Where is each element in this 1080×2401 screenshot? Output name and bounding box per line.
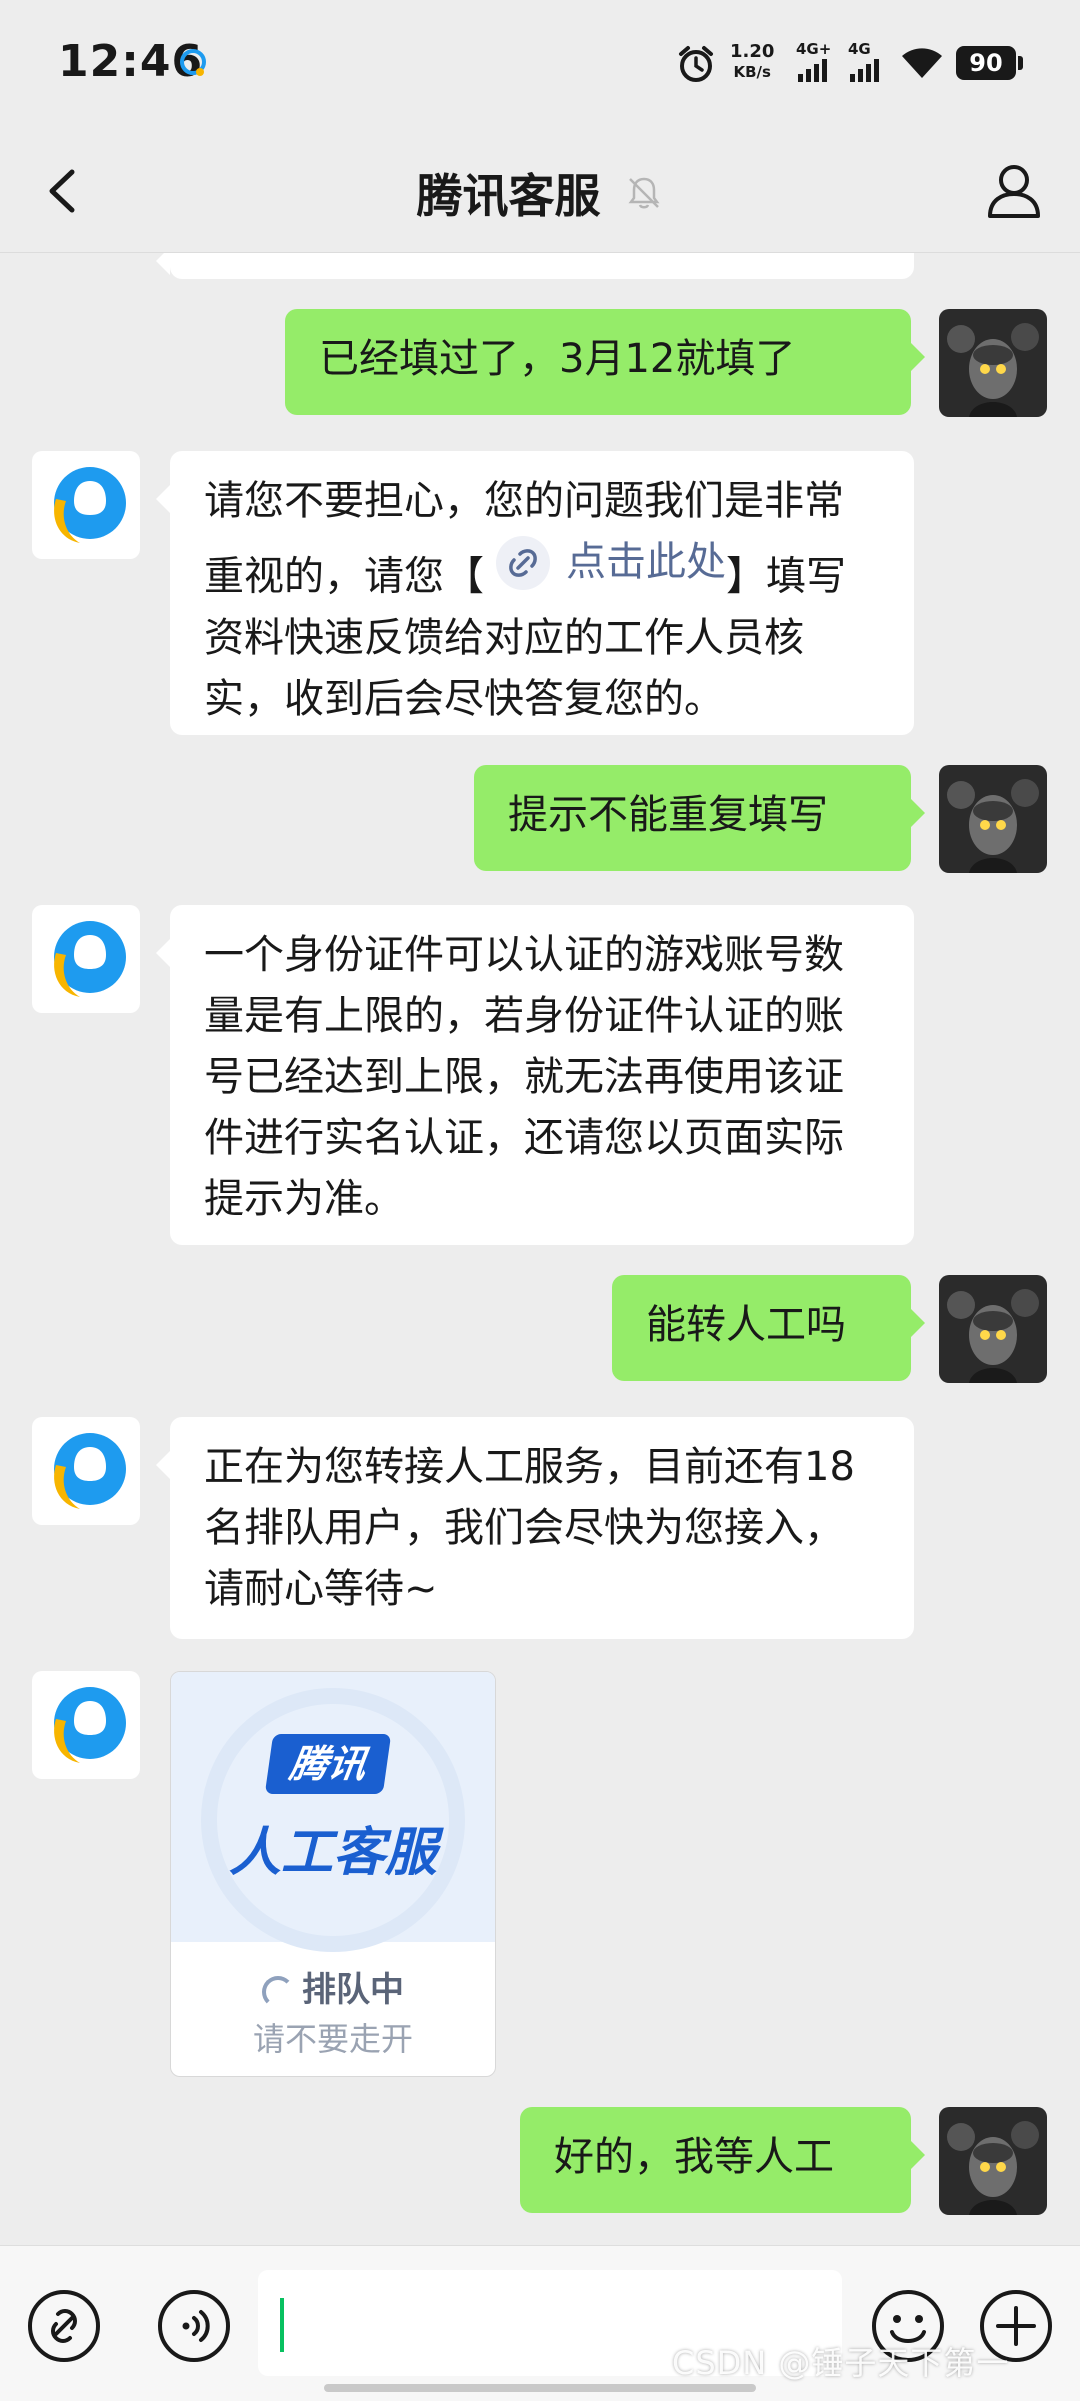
watermark: CSDN @锤子天下第一 <box>672 2344 1010 2382</box>
qq-logo-icon <box>54 467 126 543</box>
user-avatar-image <box>939 2107 1047 2215</box>
spinner-icon <box>262 1975 294 2008</box>
user-avatar[interactable] <box>939 765 1047 873</box>
message-text: 能转人工吗 <box>646 1302 846 1348</box>
card-status-row: 排队中 <box>171 1962 495 2011</box>
speed-value: 1.20 <box>730 41 775 62</box>
previous-message-bubble[interactable] <box>156 253 914 279</box>
incoming-message-bubble[interactable]: 请您不要担心，您的问题我们是非常重视的，请您【 点击此处 】填写资料快速反馈给对应的… <box>156 451 914 735</box>
message-text: 已经填过了，3月12就填了 <box>319 336 796 382</box>
qq-logo-icon <box>54 1433 126 1509</box>
incoming-message-bubble[interactable]: 正在为您转接人工服务，目前还有18名排队用户，我们会尽快为您接入，请耐心等待~ <box>156 1417 914 1639</box>
alarm-icon <box>679 46 713 82</box>
text-cursor <box>280 2298 284 2352</box>
user-avatar-image <box>939 765 1047 873</box>
wifi-icon <box>902 48 942 78</box>
voice-input-icon[interactable] <box>156 2288 232 2364</box>
title-area: 腾讯客服 <box>0 160 1080 226</box>
queue-status-image[interactable]: 腾讯 人工客服 排队中 请不要走开 <box>170 1671 496 2077</box>
message-text: 提示不能重复填写 <box>508 792 828 838</box>
message-text: 正在为您转接人工服务，目前还有18名排队用户，我们会尽快为您接入，请耐心等待~ <box>204 1444 855 1612</box>
user-avatar-image <box>939 309 1047 417</box>
outgoing-message-bubble[interactable]: 已经填过了，3月12就填了 <box>285 309 925 415</box>
tencent-service-avatar[interactable] <box>32 1671 140 1779</box>
qq-notification-icon <box>180 49 206 76</box>
incoming-message-bubble[interactable]: 一个身份证件可以认证的游戏账号数量是有上限的，若身份证件认证的账号已经达到上限，… <box>156 905 914 1245</box>
link-text[interactable]: 点击此处 <box>566 532 726 593</box>
user-avatar-image <box>939 1275 1047 1383</box>
user-avatar[interactable] <box>939 1275 1047 1383</box>
battery-level: 90 <box>956 46 1016 80</box>
signal-4g-icon: 4G <box>848 40 896 84</box>
outgoing-message-bubble[interactable]: 好的，我等人工 <box>520 2107 925 2213</box>
card-hint: 请不要走开 <box>252 2020 413 2058</box>
user-avatar[interactable] <box>939 2107 1047 2215</box>
home-indicator[interactable] <box>324 2384 756 2392</box>
outgoing-message-bubble[interactable]: 能转人工吗 <box>612 1275 925 1381</box>
qq-logo-icon <box>54 921 126 997</box>
card-status: 排队中 <box>302 1970 404 2010</box>
signal2-label: 4G <box>848 40 871 58</box>
mini-program-link-icon[interactable] <box>26 2288 102 2364</box>
link-icon <box>496 535 550 590</box>
tencent-service-avatar[interactable] <box>32 905 140 1013</box>
network-speed: 1.20 KB/s <box>730 42 774 82</box>
message-list[interactable]: 已经填过了，3月12就填了 请您不要担心，您的问题我们是非常重视的，请您【 点击此… <box>0 253 1080 2245</box>
tencent-service-avatar[interactable] <box>32 451 140 559</box>
message-text: 好的，我等人工 <box>554 2134 834 2180</box>
click-here-link[interactable]: 点击此处 <box>484 532 726 593</box>
card-brand: 腾讯 <box>264 1734 392 1794</box>
tencent-service-avatar[interactable] <box>32 1417 140 1525</box>
signal-4g-plus-icon: 4G+ <box>796 40 844 84</box>
message-text: 一个身份证件可以认证的游戏账号数量是有上限的，若身份证件认证的账号已经达到上限，… <box>204 932 844 1222</box>
user-avatar[interactable] <box>939 309 1047 417</box>
signal1-label: 4G+ <box>796 40 832 58</box>
card-heading: 人工客服 <box>228 1823 437 1883</box>
profile-icon[interactable] <box>982 158 1046 222</box>
speed-unit: KB/s <box>733 63 771 81</box>
mute-bell-icon <box>628 177 660 209</box>
outgoing-message-bubble[interactable]: 提示不能重复填写 <box>474 765 925 871</box>
qq-logo-icon <box>54 1687 126 1763</box>
chat-header: 腾讯客服 <box>0 130 1080 253</box>
chat-title: 腾讯客服 <box>416 169 601 223</box>
status-bar: 12:46 1.20 KB/s 4G+ 4G 90 <box>0 0 1080 130</box>
battery-tip <box>1018 56 1023 70</box>
